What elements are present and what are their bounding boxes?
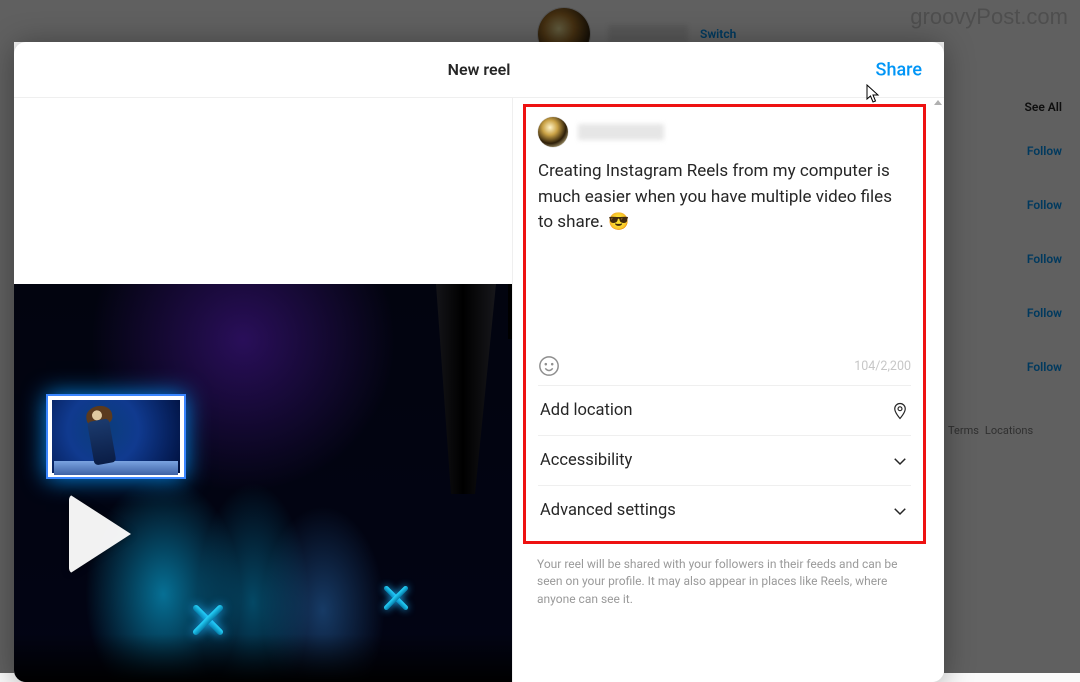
video-preview-pane bbox=[14, 98, 512, 682]
follow-link[interactable]: Follow bbox=[1027, 252, 1062, 266]
chevron-down-icon bbox=[891, 500, 909, 522]
caption-text: Creating Instagram Reels from my compute… bbox=[538, 161, 892, 232]
share-button[interactable]: Share bbox=[876, 59, 922, 80]
play-icon bbox=[69, 494, 131, 574]
footer-link-locations[interactable]: Locations bbox=[985, 424, 1033, 437]
accessibility-row[interactable]: Accessibility bbox=[538, 435, 911, 485]
author-avatar bbox=[538, 117, 568, 147]
advanced-settings-row[interactable]: Advanced settings bbox=[538, 485, 911, 535]
character-counter: 104/2,200 bbox=[854, 359, 911, 374]
sharing-disclaimer: Your reel will be shared with your follo… bbox=[513, 544, 944, 608]
see-all-link[interactable]: See All bbox=[1025, 100, 1062, 114]
video-thumbnail bbox=[14, 284, 512, 682]
modal-header: New reel Share bbox=[14, 42, 944, 98]
highlight-frame: Creating Instagram Reels from my compute… bbox=[523, 104, 926, 544]
add-location-row[interactable]: Add location bbox=[538, 385, 911, 435]
background-panel: Switch See All Follow Follow Follow Foll… bbox=[930, 0, 1080, 673]
caption-textarea[interactable]: Creating Instagram Reels from my compute… bbox=[538, 159, 911, 341]
author-username-redacted bbox=[578, 124, 664, 140]
add-location-label: Add location bbox=[540, 401, 632, 420]
cursor-icon bbox=[866, 84, 882, 104]
advanced-settings-label: Advanced settings bbox=[540, 501, 676, 520]
profile-username-redacted bbox=[608, 25, 688, 43]
new-reel-modal: New reel Share bbox=[14, 42, 944, 682]
scroll-up-icon bbox=[934, 100, 942, 105]
chevron-down-icon bbox=[891, 450, 909, 472]
site-watermark: groovyPost.com bbox=[910, 4, 1068, 30]
reel-details-pane: Creating Instagram Reels from my compute… bbox=[512, 98, 944, 682]
switch-account-link[interactable]: Switch bbox=[700, 27, 736, 41]
emoji-picker-icon[interactable] bbox=[538, 355, 560, 377]
footer-link-terms[interactable]: Terms bbox=[948, 424, 979, 437]
author-row bbox=[538, 117, 911, 147]
sunglasses-emoji-icon: 😎 bbox=[608, 210, 629, 236]
follow-link[interactable]: Follow bbox=[1027, 198, 1062, 212]
follow-link[interactable]: Follow bbox=[1027, 144, 1062, 158]
follow-link[interactable]: Follow bbox=[1027, 360, 1062, 374]
follow-link[interactable]: Follow bbox=[1027, 306, 1062, 320]
modal-title: New reel bbox=[448, 60, 511, 79]
play-button[interactable] bbox=[69, 494, 151, 576]
location-pin-icon bbox=[891, 400, 909, 422]
scrollbar[interactable] bbox=[933, 98, 943, 682]
accessibility-label: Accessibility bbox=[540, 451, 632, 470]
